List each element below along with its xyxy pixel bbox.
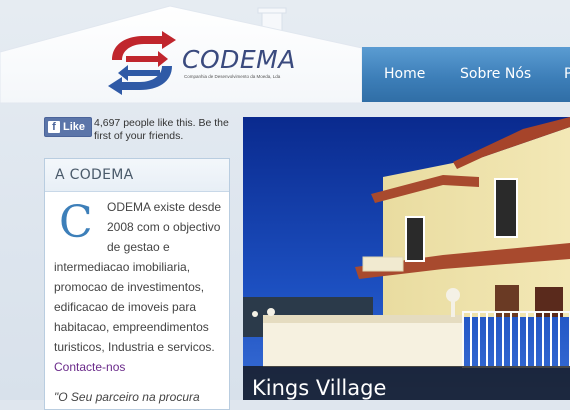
about-text-line: ODEMA existe desde (107, 200, 222, 214)
logo-tagline: Companhia de Desenvolvimento da Moeda, L… (184, 74, 281, 79)
about-text-line: turisticos, Industria e servicos. (54, 340, 215, 354)
facebook-like-widget: f Like 4,697 people like this. Be the fi… (44, 116, 234, 146)
about-text-line: 2008 com o objectivo (107, 220, 221, 234)
villa-photo (243, 117, 570, 400)
about-text-line: habitacao, empreendimentos (54, 320, 209, 334)
about-text-line: de gestao e (107, 240, 170, 254)
sidebar-title: A CODEMA (55, 167, 134, 183)
logo-wordmark: CODEMA (182, 45, 296, 74)
nav-item-home[interactable]: Home (384, 66, 425, 82)
nav-item-sobre-nos[interactable]: Sobre Nós (460, 66, 531, 82)
about-text-line: intermediacao imobiliaria, (54, 260, 191, 274)
hero-caption: Kings Village (252, 376, 387, 400)
nav-item-next[interactable]: P (564, 66, 570, 82)
like-label: Like (63, 121, 86, 133)
facebook-icon: f (48, 121, 60, 133)
main-navigation: Home Sobre Nós P (362, 47, 570, 102)
hero-caption-bar: Kings Village (243, 366, 570, 400)
contact-link[interactable]: Contacte-nos (54, 360, 125, 374)
about-text-line: edificacao de imoveis para (54, 300, 197, 314)
codema-logo[interactable]: CODEMA Companhia de Desenvolvimento da M… (104, 30, 296, 96)
quote-text: "O Seu parceiro na procura (54, 390, 200, 404)
about-sidebar-box: A CODEMA C ODEMA existe desde 2008 com o… (44, 158, 230, 410)
logo-arrows-icon (108, 31, 176, 95)
about-text-line: promocao de investimentos, (54, 280, 205, 294)
dropcap-letter: C (59, 197, 93, 248)
hero-slideshow[interactable]: Kings Village (243, 117, 570, 400)
facebook-like-button[interactable]: f Like (44, 117, 92, 137)
